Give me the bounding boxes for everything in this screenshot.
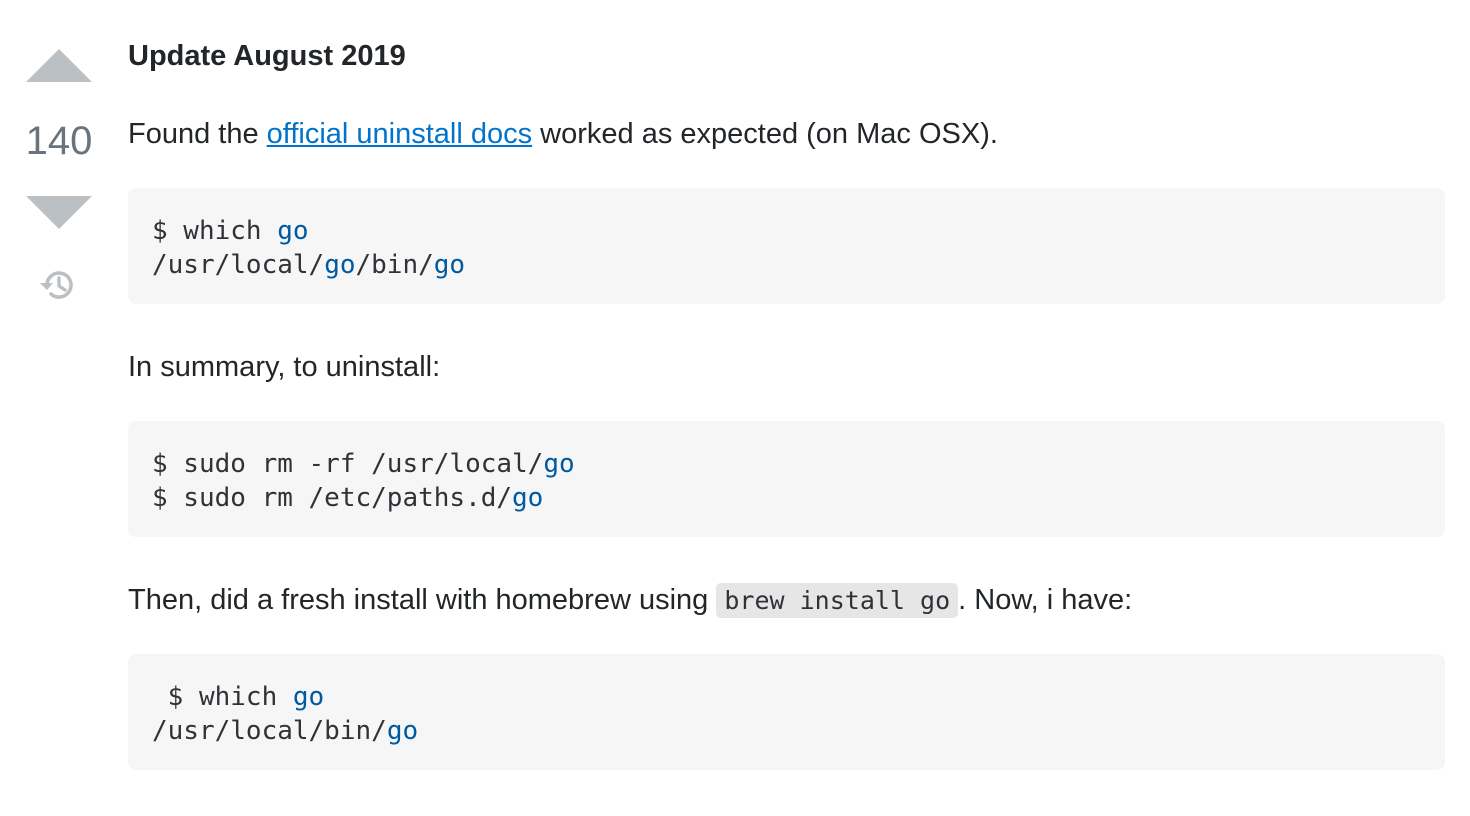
code-line: /usr/local/bin/go — [152, 714, 1445, 748]
vote-column: 140 — [0, 0, 118, 816]
vote-count: 140 — [25, 119, 93, 163]
code-line: /usr/local/go/bin/go — [152, 248, 1445, 282]
paragraph-text: worked as expected (on Mac OSX). — [532, 118, 998, 150]
paragraph-text: Then, did a fresh install with homebrew … — [128, 584, 717, 616]
code-text: /usr/local/ — [152, 250, 325, 280]
history-icon[interactable] — [38, 265, 78, 305]
code-keyword: go — [543, 449, 575, 479]
code-keyword: go — [277, 216, 309, 246]
history-clock-svg — [40, 271, 73, 299]
paragraph-summary: In summary, to uninstall: — [128, 351, 441, 383]
code-block-which-go[interactable]: $ which go /usr/local/go/bin/go — [128, 188, 1445, 304]
official-uninstall-docs-link[interactable]: official uninstall docs — [267, 118, 532, 150]
code-text: /usr/local/bin/ — [152, 716, 387, 746]
code-line: $ sudo rm -rf /usr/local/go — [152, 447, 1445, 481]
code-text: $ which — [152, 216, 278, 246]
inline-code-brew-install: brew install go — [716, 583, 959, 618]
code-line: $ sudo rm /etc/paths.d/go — [152, 481, 1445, 515]
paragraph-found-docs: Found the official uninstall docs worked… — [128, 115, 998, 153]
code-block-uninstall[interactable]: $ sudo rm -rf /usr/local/go $ sudo rm /e… — [128, 421, 1445, 537]
downvote-arrow-icon[interactable] — [26, 196, 92, 229]
code-line: $ which go — [152, 214, 1445, 248]
code-line: $ which go — [152, 680, 1445, 714]
code-keyword: go — [324, 250, 356, 280]
code-keyword: go — [512, 483, 544, 513]
paragraph-fresh-install: Then, did a fresh install with homebrew … — [128, 581, 1132, 620]
answer-heading: Update August 2019 — [128, 40, 406, 72]
code-block-which-go-after[interactable]: $ which go /usr/local/bin/go — [128, 654, 1445, 770]
code-keyword: go — [292, 682, 325, 712]
code-text: $ sudo rm -rf /usr/local/ — [152, 449, 544, 479]
upvote-arrow-icon[interactable] — [26, 49, 92, 82]
code-keyword: go — [386, 716, 419, 746]
code-keyword: go — [433, 250, 466, 280]
code-text: $ which — [152, 682, 293, 712]
code-text: /bin/ — [355, 250, 434, 280]
paragraph-text: Found the — [128, 118, 267, 150]
code-text: $ sudo rm /etc/paths.d/ — [152, 483, 513, 513]
paragraph-text: . Now, i have: — [958, 584, 1133, 616]
